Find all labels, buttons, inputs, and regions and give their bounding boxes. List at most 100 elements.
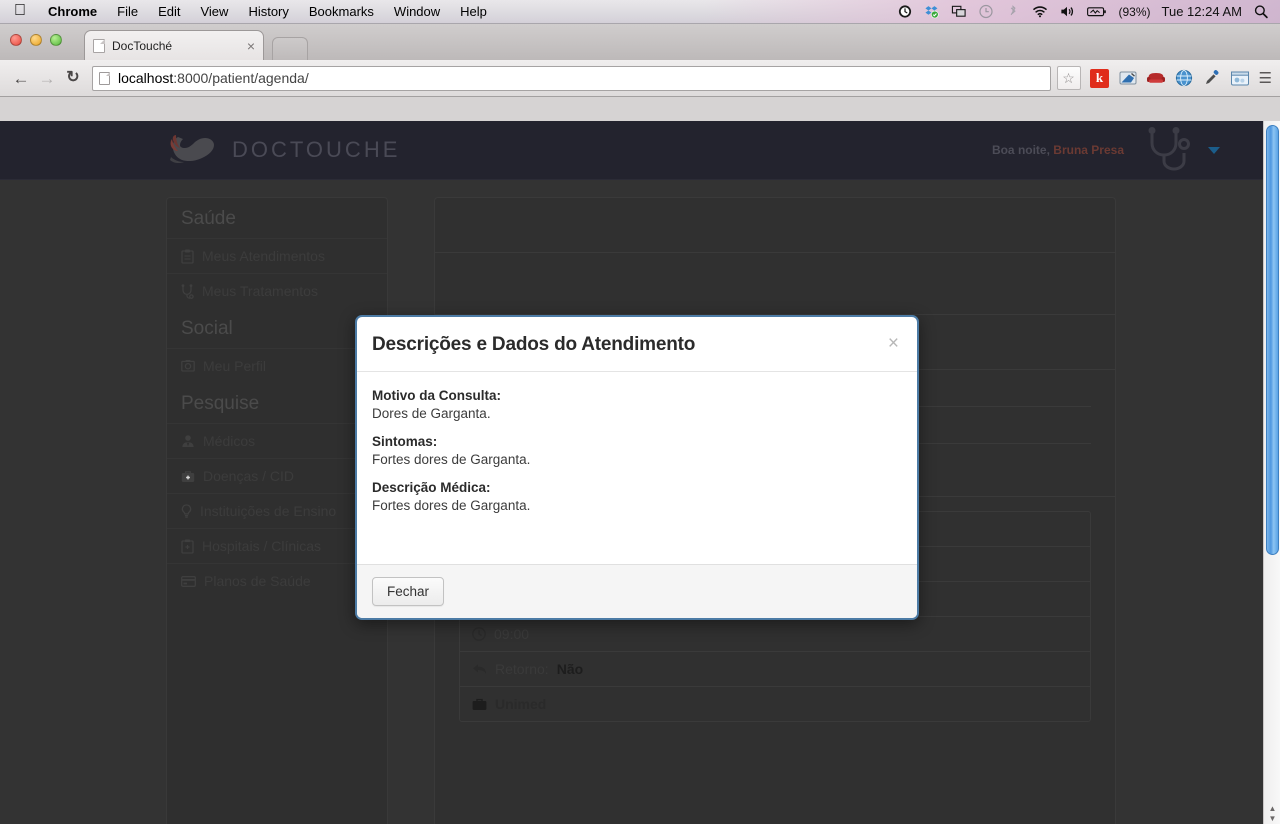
reply-arrow-icon [473,663,487,674]
spotlight-search-icon[interactable] [1253,4,1269,19]
vertical-scrollbar[interactable]: ▲ ▼ [1263,121,1280,824]
modal-footer: Fechar [357,564,917,618]
window-controls [10,34,62,46]
forward-arrow-icon[interactable]: → [34,65,60,91]
menu-view[interactable]: View [190,4,238,19]
sidebar-item-label: Hospitais / Clínicas [202,538,322,554]
chevron-down-icon[interactable] [1208,146,1220,154]
sidebar-section-saude: Saúde [181,208,236,229]
stethoscope-small-icon [181,283,194,299]
site-header: DOCTOUCHE Boa noite, Bruna Presa [0,121,1280,180]
chrome-browser-window: DocTouché × ← → ↻ localhost:8000/patient… [0,24,1280,824]
maximize-window-button[interactable] [50,34,62,46]
dropbox-icon[interactable] [924,4,940,19]
field-value: Fortes dores de Garganta. [372,498,531,513]
chrome-menu-icon[interactable]: ☰ [1259,71,1272,86]
modal-header: Descrições e Dados do Atendimento × [357,317,917,372]
bookmark-star-icon[interactable]: ☆ [1056,66,1081,90]
macos-menubar:  Chrome File Edit View History Bookmark… [0,0,1280,24]
card-row-retorno: Retorno: Não [460,652,1090,687]
menu-bookmarks[interactable]: Bookmarks [299,4,384,19]
stethoscope-icon [1148,127,1190,171]
displays-icon[interactable] [951,4,967,19]
menu-file[interactable]: File [107,4,148,19]
field-label: Sintomas: [372,434,438,449]
sidebar-item-medicos[interactable]: Médicos [167,423,387,458]
credit-card-icon [181,575,196,587]
browser-tab[interactable]: DocTouché × [84,30,264,60]
content-block-upper [435,198,1115,253]
doctor-icon [182,435,194,447]
sidebar-section-pesquise: Pesquise [181,393,260,414]
menubar-clock[interactable]: Tue 12:24 AM [1162,4,1242,19]
sofa-icon[interactable] [1145,67,1167,89]
kaspersky-icon[interactable]: k [1089,67,1111,89]
appointment-details-modal: Descrições e Dados do Atendimento × Moti… [355,315,919,620]
content-block-middle [435,253,1115,315]
medical-bag-icon [181,470,195,482]
browser-toolbar: ← → ↻ localhost:8000/patient/agenda/ ☆ k [0,60,1280,97]
sidebar-item-doencas-cid[interactable]: Doenças / CID [167,458,387,493]
appointment-time: 09:00 [494,626,530,642]
sidebar-item-label: Planos de Saúde [204,573,311,589]
wifi-icon[interactable] [1032,4,1048,19]
sidebar-section-social: Social [181,318,233,339]
scroll-down-icon[interactable]: ▼ [1269,814,1277,823]
window-capture-icon[interactable] [1229,67,1251,89]
brand-name: DOCTOUCHE [232,137,401,162]
apple-logo-icon[interactable]:  [14,2,26,19]
scrollbar-thumb[interactable] [1266,125,1279,555]
tab-close-icon[interactable]: × [241,39,255,53]
menu-help[interactable]: Help [450,4,497,19]
header-user-area: Boa noite, Bruna Presa [992,127,1220,173]
sidebar-item-label: Instituições de Ensino [200,503,337,519]
eyedropper-icon[interactable] [1201,67,1223,89]
brand-logo[interactable]: DOCTOUCHE [166,131,400,169]
menu-edit[interactable]: Edit [148,4,190,19]
field-value: Fortes dores de Garganta. [372,452,531,467]
globe-icon[interactable] [1173,67,1195,89]
sidebar-item-label: Doenças / CID [203,468,295,484]
field-motivo-consulta: Motivo da Consulta: Dores de Garganta. [372,388,902,421]
menu-window[interactable]: Window [384,4,450,19]
sidebar-item-meus-atendimentos[interactable]: Meus Atendimentos [167,238,387,273]
clock-icon[interactable] [897,4,913,19]
menu-history[interactable]: History [238,4,298,19]
fechar-button[interactable]: Fechar [372,577,445,606]
bluetooth-icon[interactable] [1005,4,1021,19]
doctouche-logo-icon [170,135,214,164]
sidebar-item-meus-tratamentos[interactable]: Meus Tratamentos [167,273,387,308]
timemachine-icon[interactable] [978,4,994,19]
sidebar-item-meu-perfil[interactable]: Meu Perfil [167,348,387,383]
clock-icon [472,627,486,641]
close-icon[interactable]: × [888,334,899,353]
card-row-plan: Unimed [460,687,1090,721]
volume-icon[interactable] [1059,4,1075,19]
greeting-prefix: Boa noite, [991,143,1050,157]
scroll-up-icon[interactable]: ▲ [1269,804,1277,813]
minimize-window-button[interactable] [30,34,42,46]
modal-title: Descrições e Dados do Atendimento [372,334,696,355]
user-name: Bruna Presa [1053,143,1124,157]
field-descricao-medica: Descrição Médica: Fortes dores de Gargan… [372,480,902,513]
battery-icon[interactable] [1086,4,1108,19]
close-window-button[interactable] [10,34,22,46]
sidebar-item-hospitais-clinicas[interactable]: Hospitais / Clínicas [167,528,387,563]
back-arrow-icon[interactable]: ← [8,65,34,91]
field-value: Dores de Garganta. [372,406,491,421]
browser-tabstrip: DocTouché × [0,24,1280,60]
sidebar-item-label: Meus Tratamentos [202,283,318,299]
sidebar-item-label: Meu Perfil [203,358,267,374]
sidebar-item-instituicoes-ensino[interactable]: Instituições de Ensino [167,493,387,528]
tab-favicon-icon [93,38,105,53]
new-tab-button[interactable] [272,37,308,60]
menu-chrome[interactable]: Chrome [38,4,107,19]
page-info-icon[interactable] [99,71,110,85]
notes-icon[interactable] [1117,67,1139,89]
url-path: :8000/patient/agenda/ [173,70,309,86]
reload-icon[interactable]: ↻ [60,65,86,91]
field-sintomas: Sintomas: Fortes dores de Garganta. [372,434,902,467]
address-bar[interactable]: localhost:8000/patient/agenda/ [92,65,1051,91]
sidebar-item-planos-saude[interactable]: Planos de Saúde [167,563,387,598]
field-label: Motivo da Consulta: [372,388,501,403]
